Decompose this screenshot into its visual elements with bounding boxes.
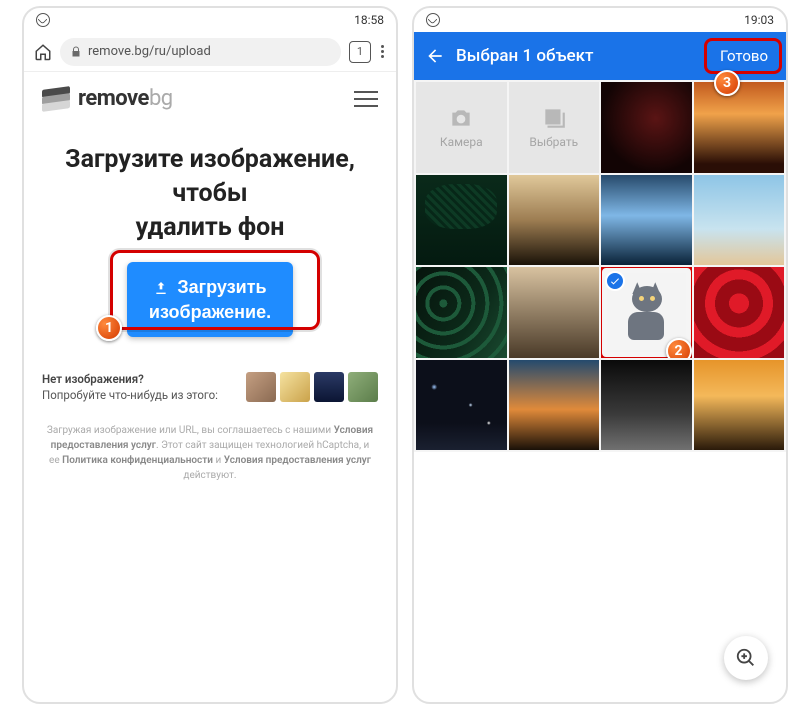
upload-icon — [153, 280, 169, 296]
phone-left: 18:58 remove.bg/ru/upload 1 removebg Заг… — [22, 6, 398, 704]
samples-q: Нет изображения? — [42, 371, 236, 387]
brand-text: removebg — [78, 86, 173, 111]
samples-try: Попробуйте что-нибудь из этого: — [42, 387, 236, 403]
hamburger-icon[interactable] — [354, 91, 378, 107]
samples-row: Нет изображения? Попробуйте что-нибудь и… — [24, 337, 396, 413]
gallery-item[interactable] — [416, 175, 507, 266]
status-bar: 18:58 — [24, 8, 396, 32]
tab-count[interactable]: 1 — [349, 41, 371, 63]
viber-icon — [36, 13, 50, 27]
sample-thumb[interactable] — [348, 372, 378, 402]
gallery-item[interactable] — [694, 175, 785, 266]
picker-title: Выбран 1 объект — [456, 46, 702, 66]
magnifier-plus-icon — [735, 647, 757, 669]
lock-icon — [70, 46, 82, 58]
sample-thumb[interactable] — [314, 372, 344, 402]
upload-button[interactable]: Загрузить изображение. — [127, 262, 293, 337]
kebab-menu-icon[interactable] — [379, 45, 386, 58]
gallery-item[interactable] — [416, 360, 507, 451]
gallery-item[interactable] — [694, 267, 785, 358]
camera-tile[interactable]: Камера — [416, 82, 507, 173]
gallery-item[interactable] — [694, 360, 785, 451]
home-icon[interactable] — [34, 43, 52, 61]
clock: 18:58 — [354, 13, 384, 27]
upload-line2: изображение. — [149, 301, 271, 324]
page-headline: Загрузите изображение, чтобы удалить фон — [24, 119, 396, 262]
legal-text: Загружая изображение или URL, вы соглаша… — [24, 413, 396, 483]
url-field[interactable]: remove.bg/ru/upload — [60, 38, 341, 66]
gallery-item[interactable] — [601, 82, 692, 173]
status-bar: 19:03 — [414, 8, 786, 32]
step-badge-3: 3 — [714, 70, 740, 96]
sample-thumb[interactable] — [280, 372, 310, 402]
gallery-item[interactable] — [694, 82, 785, 173]
viber-icon — [426, 13, 440, 27]
gallery-item-selected[interactable]: 2 — [601, 267, 692, 358]
choose-tile[interactable]: Выбрать — [509, 82, 600, 173]
image-grid: Камера Выбрать 2 — [414, 80, 786, 452]
gallery-item[interactable] — [509, 360, 600, 451]
done-button[interactable]: Готово — [710, 43, 778, 69]
zoom-fab[interactable] — [724, 636, 768, 680]
phone-right: 19:03 Выбран 1 объект Готово 3 Камера Вы… — [412, 6, 788, 704]
back-icon[interactable] — [422, 43, 448, 69]
gallery-item[interactable] — [601, 175, 692, 266]
url-text: remove.bg/ru/upload — [88, 44, 211, 59]
gallery-item[interactable] — [416, 267, 507, 358]
gallery-item[interactable] — [601, 360, 692, 451]
gallery-item[interactable] — [509, 175, 600, 266]
sample-thumbs — [246, 372, 378, 402]
sample-thumb[interactable] — [246, 372, 276, 402]
step-badge-2: 2 — [666, 338, 692, 358]
choose-label: Выбрать — [529, 135, 578, 149]
layers-icon — [42, 88, 70, 110]
camera-label: Камера — [440, 135, 483, 149]
picker-header: Выбран 1 объект Готово 3 — [414, 32, 786, 80]
upload-line1: Загрузить — [177, 276, 266, 299]
brand-row: removebg — [24, 72, 396, 119]
brand-logo[interactable]: removebg — [42, 86, 173, 111]
gallery-item[interactable] — [509, 267, 600, 358]
check-icon — [605, 271, 625, 291]
clock: 19:03 — [744, 13, 774, 27]
browser-toolbar: remove.bg/ru/upload 1 — [24, 32, 396, 72]
